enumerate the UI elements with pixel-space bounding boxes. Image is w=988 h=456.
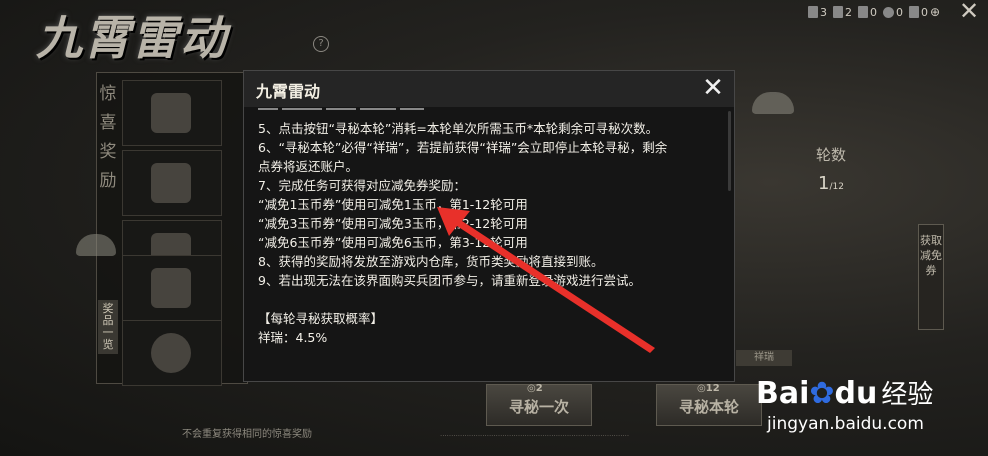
baidu-logo-text: Bai [756, 376, 810, 411]
scrolled-text-fragment [258, 108, 458, 114]
once-cost: ◎2 [527, 383, 543, 394]
reward-slot[interactable] [122, 255, 222, 321]
armor-icon [151, 268, 191, 308]
search-once-label: 寻秘一次 [508, 398, 569, 416]
round-label: 轮数 [815, 146, 846, 164]
search-once-button[interactable]: ◎2 寻秘一次 [486, 383, 592, 426]
round-value: 1/12 [792, 173, 870, 194]
rule-line: 8、获得的奖励将发放至游戏内仓库，货币类奖励将直接到账。 [258, 254, 604, 269]
outfit-icon [151, 93, 191, 133]
rule-line: 6、“寻秘本轮”必得“祥瑞”，若提前获得“祥瑞”会立即停止本轮寻秘，剩余 [258, 140, 668, 155]
game-title: 九霄雷动 [36, 11, 228, 65]
rule-line: 9、若出现无法在该界面购买兵团币参与，请重新登录游戏进行尝试。 [258, 273, 641, 288]
plus-icon: ⊕ [929, 5, 940, 19]
baidu-logo: Bai✿du [756, 376, 877, 411]
coin-icon [882, 6, 894, 18]
rules-dialog: 九霄雷动 ✕ 5、点击按钮“寻秘本轮”消耗=本轮单次所需玉币*本轮剩余可寻秘次数… [243, 70, 735, 382]
resource-coupon-6: 0 [857, 5, 877, 19]
resource-count: 0 [920, 5, 928, 19]
resource-coin: 0 [882, 5, 903, 19]
dialog-title: 九霄雷动 [256, 82, 321, 101]
round-current: 1 [818, 173, 830, 194]
surprise-reward-tab[interactable]: 惊喜奖励 [98, 80, 118, 196]
dialog-body[interactable]: 5、点击按钮“寻秘本轮”消耗=本轮单次所需玉币*本轮剩余可寻秘次数。 6、“寻秘… [258, 119, 724, 347]
close-icon[interactable]: ✕ [700, 75, 726, 101]
coupon-icon [857, 6, 868, 18]
probability-header: 【每轮寻秘获取概率】 [258, 311, 384, 326]
outfit-icon [151, 163, 191, 203]
dialog-scrollbar[interactable] [728, 111, 731, 191]
bottom-note: 不会重复获得相同的惊喜奖励 [182, 429, 312, 440]
rule-line: 点券将返还账户。 [258, 159, 359, 174]
resource-count: 3 [819, 5, 827, 19]
resource-other[interactable]: 0 ⊕ [908, 5, 940, 19]
lucky-tag: 祥瑞 [736, 350, 792, 366]
resource-count: 0 [869, 5, 877, 19]
rule-line: 5、点击按钮“寻秘本轮”消耗=本轮单次所需玉币*本轮剩余可寻秘次数。 [258, 121, 659, 136]
watermark-url: jingyan.baidu.com [767, 414, 924, 434]
round-cost-value: 12 [705, 383, 720, 394]
round-total: /12 [829, 182, 844, 192]
resource-coupon-1: 3 [807, 5, 827, 19]
baidu-paw-icon: ✿ [809, 376, 835, 411]
round-cost: ◎12 [697, 383, 720, 394]
prize-list-tab[interactable]: 奖品一览 [98, 300, 118, 354]
resource-coupon-3: 2 [832, 5, 852, 19]
close-icon[interactable]: ✕ [958, 0, 980, 23]
coupon-icon [807, 6, 818, 18]
resource-bar: 3 2 0 0 0 ⊕ ✕ [807, 0, 988, 24]
rule-line: “减免6玉币券”使用可减免6玉币，第3-12轮可用 [258, 235, 528, 250]
round-counter: 轮数 1/12 [792, 132, 870, 222]
dialog-header: 九霄雷动 ✕ [244, 71, 734, 107]
probability-line: 祥瑞：4.5% [258, 330, 328, 345]
footer-fine-print: ········································… [440, 432, 630, 440]
rule-line: 7、完成任务可获得对应减免券奖励： [258, 178, 466, 193]
rule-line: “减免3玉币券”使用可减免3玉币，第2-12轮可用 [258, 216, 528, 231]
resource-count: 0 [895, 5, 903, 19]
baidu-jingyan-text: 经验 [881, 380, 934, 410]
coupon-icon [832, 6, 843, 18]
get-coupon-tab[interactable]: 获取减免券 [918, 224, 944, 330]
baidu-logo-text-end: du [834, 376, 878, 411]
search-round-button[interactable]: ◎12 寻秘本轮 [656, 383, 762, 426]
baidu-watermark: Bai✿du 经验 [756, 374, 933, 411]
once-cost-value: 2 [535, 383, 543, 394]
help-icon[interactable]: ? [313, 36, 329, 52]
rule-line: “减免1玉币券”使用可减免1玉币，第1-12轮可用 [258, 197, 528, 212]
reward-slot[interactable] [122, 320, 222, 386]
search-round-label: 寻秘本轮 [678, 398, 739, 416]
coupon-icon [908, 6, 919, 18]
reward-slot[interactable] [122, 150, 222, 216]
resource-count: 2 [844, 5, 852, 19]
helmet-icon [151, 333, 191, 373]
reward-slot[interactable] [122, 80, 222, 146]
